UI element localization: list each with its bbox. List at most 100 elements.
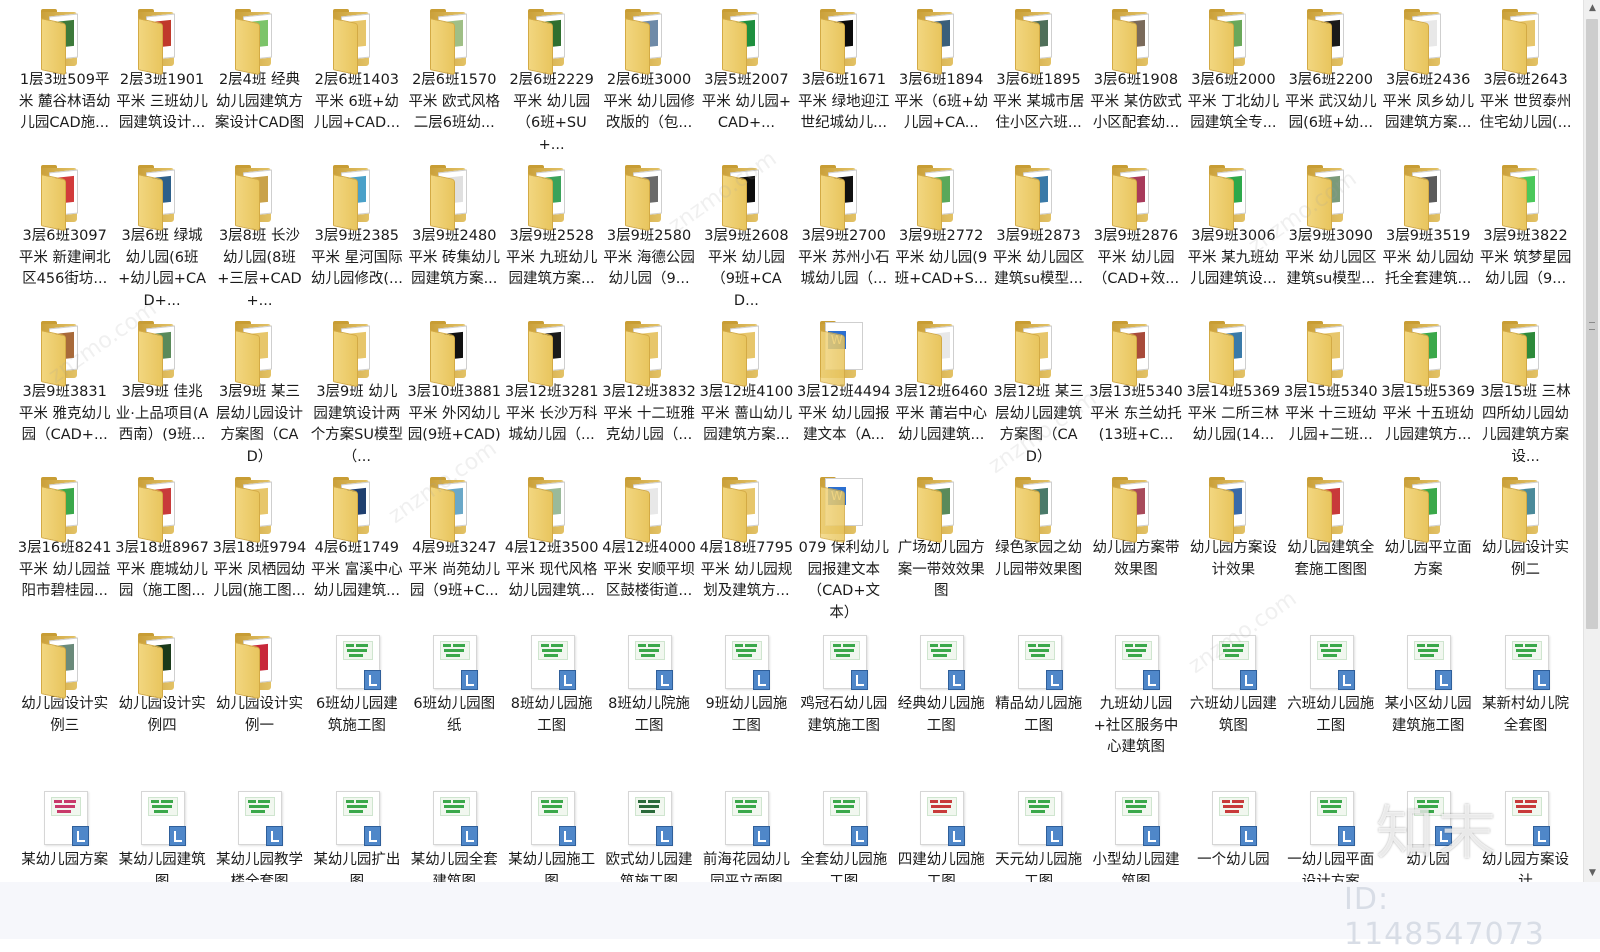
folder-item[interactable]: 幼儿园平立面方案 xyxy=(1379,472,1476,628)
folder-item[interactable]: 3层9班 幼儿园建筑设计两个方案SU模型（... xyxy=(308,316,405,472)
cad-file-item[interactable]: 6班幼儿园图纸 xyxy=(406,628,503,784)
folder-item[interactable]: 3层6班1908平米 某仿欧式小区配套幼... xyxy=(1087,4,1184,160)
cad-file-item[interactable]: 前海花园幼儿园平立面图 xyxy=(698,784,795,882)
folder-item[interactable]: 3层12班3281平米 长沙万科城幼儿园（... xyxy=(503,316,600,472)
folder-item[interactable]: 3层9班2385平米 星河国际幼儿园修改(... xyxy=(308,160,405,316)
folder-item[interactable]: 3层12班3832平米 十二班雅克幼儿园（... xyxy=(600,316,697,472)
folder-item[interactable]: 3层9班3822平米 筑梦星园幼儿园（9... xyxy=(1477,160,1574,316)
cad-file-item[interactable]: 某小区幼儿园建筑施工图 xyxy=(1379,628,1476,784)
document-item[interactable]: W3层12班4494平米 幼儿园报建文本（A... xyxy=(795,316,892,472)
folder-item[interactable]: 3层9班2873平米 幼儿园区建筑su模型... xyxy=(990,160,1087,316)
folder-item[interactable]: 2层4班 经典幼儿园建筑方案设计CAD图 xyxy=(211,4,308,160)
folder-item[interactable]: 3层12班6460平米 莆岩中心幼儿园建筑... xyxy=(893,316,990,472)
folder-item[interactable]: 3层8班 长沙幼儿园(8班+三层+CAD+... xyxy=(211,160,308,316)
folder-item[interactable]: 3层6班2436平米 凤乡幼儿园建筑方案... xyxy=(1379,4,1476,160)
folder-item[interactable]: 3层9班2528平米 九班幼儿园建筑方案... xyxy=(503,160,600,316)
scroll-down-arrow-icon[interactable]: ▼ xyxy=(1584,865,1600,882)
cad-file-item[interactable]: 某幼儿园施工图 xyxy=(503,784,600,882)
cad-file-item[interactable]: 全套幼儿园施工图 xyxy=(795,784,892,882)
folder-item[interactable]: 3层9班3519平米 幼儿园幼托全套建筑... xyxy=(1379,160,1476,316)
cad-file-item[interactable]: 小型幼儿园建筑图 xyxy=(1087,784,1184,882)
folder-item[interactable]: 幼儿园设计实例一 xyxy=(211,628,308,784)
folder-item[interactable]: 3层6班2000平米 丁北幼儿园建筑全专... xyxy=(1185,4,1282,160)
folder-item[interactable]: 3层6班3097平米 新建闸北区456街坊... xyxy=(16,160,113,316)
cad-file-item[interactable]: 九班幼儿园+社区服务中心建筑图 xyxy=(1087,628,1184,784)
folder-item[interactable]: 3层6班 绿城幼儿园(6班+幼儿园+CAD+... xyxy=(113,160,210,316)
cad-file-item[interactable]: 8班幼儿园施工图 xyxy=(503,628,600,784)
folder-item[interactable]: 3层12班 某三层幼儿园建筑方案图（CAD） xyxy=(990,316,1087,472)
cad-file-item[interactable]: 6班幼儿园建筑施工图 xyxy=(308,628,405,784)
folder-item[interactable]: 3层12班4100平米 蔷山幼儿园建筑方案... xyxy=(698,316,795,472)
folder-item[interactable]: 2层6班2229平米 幼儿园（6班+SU+... xyxy=(503,4,600,160)
cad-file-item[interactable]: 天元幼儿园施工图 xyxy=(990,784,1087,882)
scrollbar-thumb[interactable] xyxy=(1586,19,1598,629)
folder-item[interactable]: 2层6班1403平米 6班+幼儿园+CAD... xyxy=(308,4,405,160)
cad-file-item[interactable]: 一幼儿园平面设计方案 xyxy=(1282,784,1379,882)
folder-item[interactable]: 4层6班1749平米 富溪中心幼儿园建筑... xyxy=(308,472,405,628)
folder-item[interactable]: 3层16班8241平米 幼儿园益阳市碧桂园... xyxy=(16,472,113,628)
folder-item[interactable]: 3层18班8967平米 鹿城幼儿园（施工图... xyxy=(113,472,210,628)
folder-item[interactable]: 3层9班 佳兆业·上品项目(A西南）(9班... xyxy=(113,316,210,472)
folder-item[interactable]: 3层13班5340平米 东兰幼托(13班+C... xyxy=(1087,316,1184,472)
vertical-scrollbar[interactable]: ▲ ▼ xyxy=(1583,0,1600,882)
cad-file-item[interactable]: 8班幼儿院施工图 xyxy=(600,628,697,784)
folder-item[interactable]: 3层15班5369平米 十五班幼儿园建筑方... xyxy=(1379,316,1476,472)
folder-item[interactable]: 3层15班5340平米 十三班幼儿园+二班... xyxy=(1282,316,1379,472)
folder-item[interactable]: 3层9班2608平米 幼儿园（9班+CAD... xyxy=(698,160,795,316)
cad-file-item[interactable]: 欧式幼儿园建筑施工图 xyxy=(600,784,697,882)
folder-item[interactable]: 3层6班1671平米 绿地迎江世纪城幼儿... xyxy=(795,4,892,160)
folder-item[interactable]: 3层9班2700平米 苏州小石城幼儿园（... xyxy=(795,160,892,316)
folder-item[interactable]: 3层6班2200平米 武汉幼儿园(6班+幼... xyxy=(1282,4,1379,160)
folder-icon xyxy=(32,630,98,700)
folder-item[interactable]: 2层3班1901平米 三班幼儿园建筑设计... xyxy=(113,4,210,160)
folder-item[interactable]: 幼儿园设计实例三 xyxy=(16,628,113,784)
cad-file-item[interactable]: 经典幼儿园施工图 xyxy=(893,628,990,784)
document-item[interactable]: W079 保利幼儿园报建文本（CAD+文本） xyxy=(795,472,892,628)
folder-item[interactable]: 2层6班3000平米 幼儿园修改版的（包... xyxy=(600,4,697,160)
cad-file-item[interactable]: 四建幼儿园施工图 xyxy=(893,784,990,882)
folder-item[interactable]: 3层6班1895平米 某城市居住小区六班... xyxy=(990,4,1087,160)
folder-item[interactable]: 3层9班3006平米 某九班幼儿园建筑设... xyxy=(1185,160,1282,316)
cad-file-item[interactable]: 某幼儿园方案 xyxy=(16,784,113,882)
folder-item[interactable]: 3层9班2580平米 海德公园幼儿园（9... xyxy=(600,160,697,316)
folder-item[interactable]: 绿色家园之幼儿园带效果图 xyxy=(990,472,1087,628)
folder-item[interactable]: 幼儿园方案设计效果 xyxy=(1185,472,1282,628)
cad-file-item[interactable]: 六班幼儿园施工图 xyxy=(1282,628,1379,784)
folder-item[interactable]: 幼儿园方案带效果图 xyxy=(1087,472,1184,628)
folder-item[interactable]: 4层9班3247平米 尚苑幼儿园（9班+C... xyxy=(406,472,503,628)
folder-item[interactable]: 幼儿园设计实例四 xyxy=(113,628,210,784)
folder-item[interactable]: 3层18班9794平米 凤栖园幼儿园(施工图... xyxy=(211,472,308,628)
folder-item[interactable]: 1层3班509平米 麓谷林语幼儿园CAD施... xyxy=(16,4,113,160)
folder-item[interactable]: 3层15班 三林四所幼儿园幼儿园建筑方案设... xyxy=(1477,316,1574,472)
cad-file-item[interactable]: 某幼儿园扩出图 xyxy=(308,784,405,882)
folder-item[interactable]: 3层6班1894平米（6班+幼儿园+CA... xyxy=(893,4,990,160)
cad-file-item[interactable]: 9班幼儿园施工图 xyxy=(698,628,795,784)
folder-item[interactable]: 3层9班3831平米 雅克幼儿园（CAD+... xyxy=(16,316,113,472)
folder-item[interactable]: 3层6班2643平米 世贸泰州住宅幼儿园(... xyxy=(1477,4,1574,160)
cad-file-item[interactable]: 某幼儿园教学楼全套图 xyxy=(211,784,308,882)
folder-item[interactable]: 3层9班2772平米 幼儿园(9班+CAD+S... xyxy=(893,160,990,316)
folder-item[interactable]: 3层10班3881平米 外冈幼儿园(9班+CAD) xyxy=(406,316,503,472)
folder-item[interactable]: 幼儿园建筑全套施工图图 xyxy=(1282,472,1379,628)
cad-file-item[interactable]: 精品幼儿园施工图 xyxy=(990,628,1087,784)
folder-item[interactable]: 3层14班5369平米 二所三林幼儿园(14... xyxy=(1185,316,1282,472)
cad-file-item[interactable]: 一个幼儿园 xyxy=(1185,784,1282,882)
folder-item[interactable]: 3层9班3090平米 幼儿园区建筑su模型... xyxy=(1282,160,1379,316)
folder-item[interactable]: 4层12班4000平米 安顺平坝区鼓楼街道... xyxy=(600,472,697,628)
scroll-up-arrow-icon[interactable]: ▲ xyxy=(1584,0,1600,17)
cad-file-item[interactable]: 六班幼儿园建筑图 xyxy=(1185,628,1282,784)
cad-file-item[interactable]: 鸡冠石幼儿园建筑施工图 xyxy=(795,628,892,784)
folder-item[interactable]: 4层12班3500平米 现代风格幼儿园建筑... xyxy=(503,472,600,628)
folder-item[interactable]: 广场幼儿园方案一带效效果图 xyxy=(893,472,990,628)
folder-item[interactable]: 3层9班2876平米 幼儿园（CAD+效... xyxy=(1087,160,1184,316)
cad-file-item[interactable]: 某幼儿园建筑图 xyxy=(113,784,210,882)
item-label: 九班幼儿园+社区服务中心建筑图 xyxy=(1093,696,1179,755)
cad-file-item[interactable]: 某新村幼儿院全套图 xyxy=(1477,628,1574,784)
folder-item[interactable]: 幼儿园设计实例二 xyxy=(1477,472,1574,628)
folder-item[interactable]: 3层9班2480平米 砖集幼儿园建筑方案... xyxy=(406,160,503,316)
folder-item[interactable]: 4层18班7795平米 幼儿园规划及建筑方... xyxy=(698,472,795,628)
folder-item[interactable]: 3层9班 某三层幼儿园设计方案图（CAD） xyxy=(211,316,308,472)
folder-item[interactable]: 2层6班1570平米 欧式风格二层6班幼... xyxy=(406,4,503,160)
folder-item[interactable]: 3层5班2007平米 幼儿园+CAD+... xyxy=(698,4,795,160)
cad-file-item[interactable]: 某幼儿园全套建筑图 xyxy=(406,784,503,882)
